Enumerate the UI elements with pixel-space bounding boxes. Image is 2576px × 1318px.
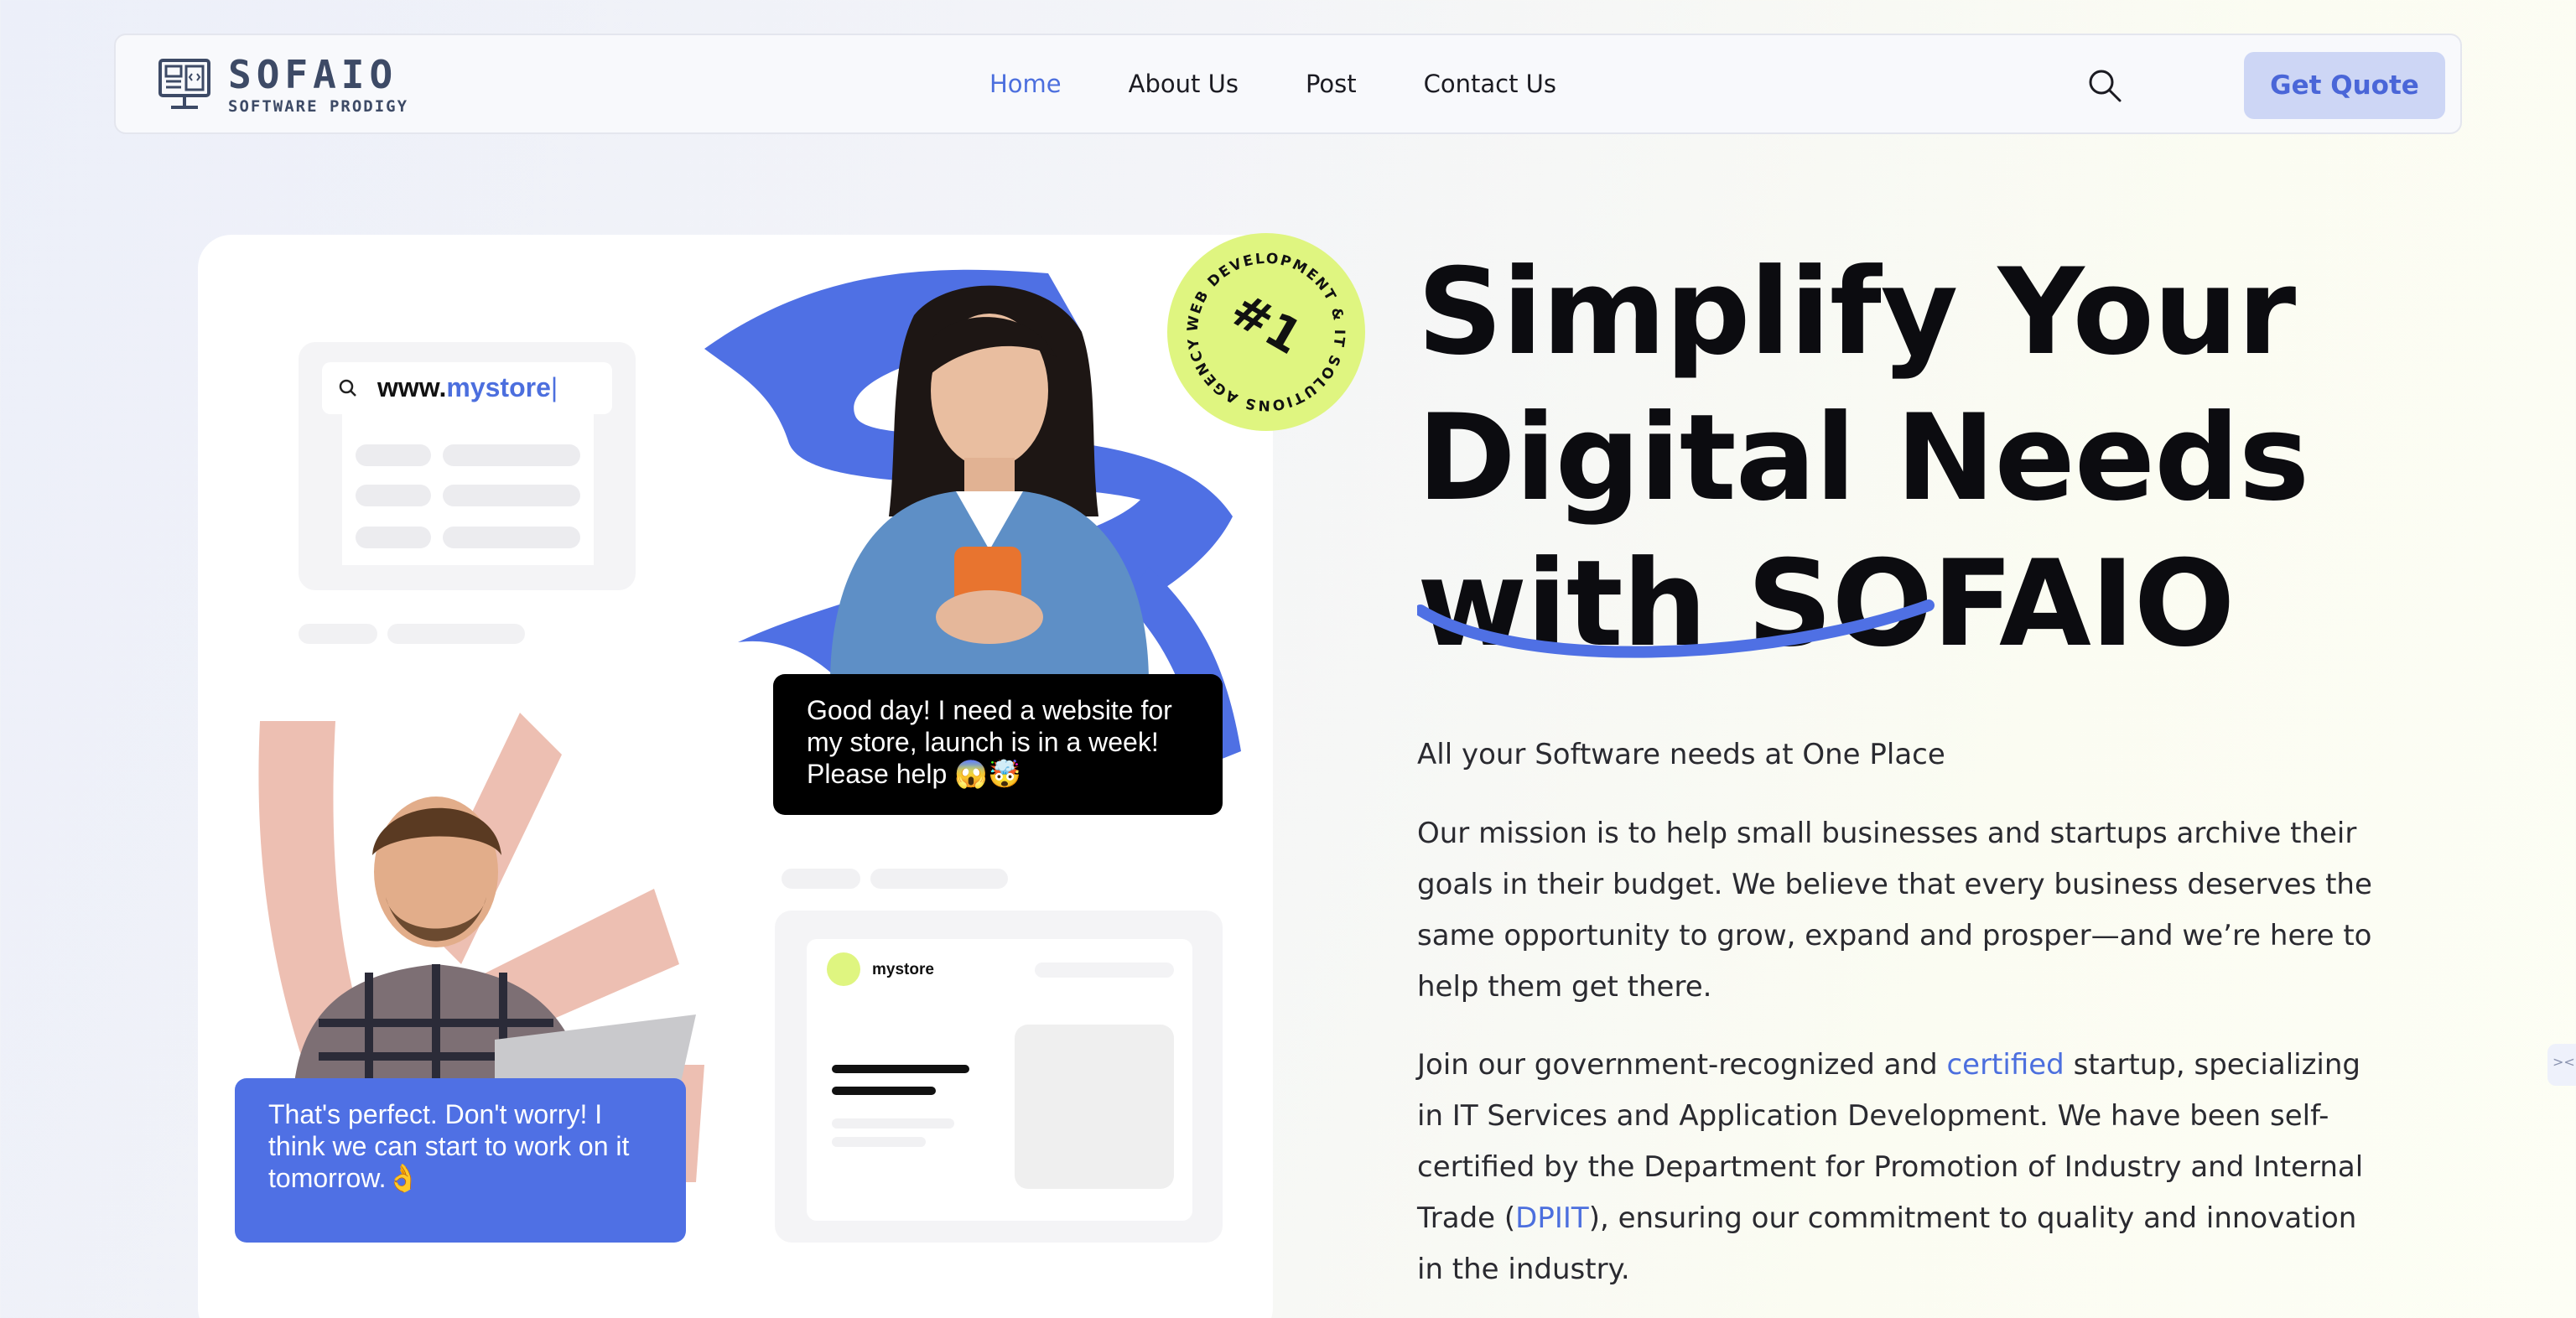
placeholder-bar (782, 869, 860, 889)
placeholder-bar (356, 444, 431, 466)
store-avatar (827, 952, 860, 986)
url-prefix: www. (377, 372, 447, 402)
join-text-1: Join our government-recognized and (1417, 1048, 1947, 1082)
brand-name: SOFAIO (228, 52, 398, 97)
store-heading-line (832, 1087, 936, 1095)
store-image-placeholder (1015, 1025, 1174, 1189)
placeholder-bar (832, 1137, 926, 1147)
reply-message-bubble: That's perfect. Don't worry! I think we … (235, 1078, 686, 1243)
headline-line-2: Digital Needs (1417, 389, 2309, 527)
placeholder-bar (356, 527, 431, 548)
search-icon[interactable] (2086, 67, 2123, 104)
top-navbar: SOFAIO SOFTWARE PRODIGY Home About Us Po… (114, 34, 2462, 134)
placeholder-bar (870, 869, 1008, 889)
text-cursor: | (550, 372, 558, 402)
certification-paragraph: Join our government-recognized and certi… (1417, 1040, 2381, 1295)
brand-subtitle: SOFTWARE PRODIGY (228, 97, 409, 116)
store-name: mystore (872, 961, 934, 978)
side-edge-tab[interactable]: >< (2547, 1044, 2576, 1086)
get-quote-button[interactable]: Get Quote (2244, 52, 2445, 119)
placeholder-bar (387, 624, 525, 644)
nav-about-us[interactable]: About Us (1129, 70, 1239, 98)
dpiit-link[interactable]: DPIIT (1515, 1201, 1589, 1235)
client-message-bubble: Good day! I need a website for my store,… (773, 674, 1223, 815)
placeholder-bar (443, 444, 580, 466)
url-highlight: mystore (446, 372, 551, 402)
certified-link[interactable]: certified (1946, 1048, 2064, 1082)
main-nav: Home About Us Post Contact Us (989, 35, 1623, 132)
headline-line-1: Simplify Your (1417, 243, 2296, 381)
mission-paragraph: Our mission is to help small businesses … (1417, 817, 2372, 1004)
woman-with-phone-image (830, 285, 1149, 684)
nav-post[interactable]: Post (1306, 70, 1357, 98)
nav-home[interactable]: Home (989, 70, 1062, 98)
nav-contact-us[interactable]: Contact Us (1424, 70, 1556, 98)
placeholder-bar (443, 485, 580, 506)
placeholder-bar (443, 527, 580, 548)
smiling-man-image (293, 797, 696, 1090)
url-text: www.mystore| (377, 372, 558, 403)
hero-tagline: All your Software needs at One Place (1417, 738, 1945, 771)
headline-underline-decoration (1417, 599, 1935, 658)
brand-logo[interactable]: SOFAIO SOFTWARE PRODIGY (158, 55, 408, 116)
placeholder-bar (356, 485, 431, 506)
store-heading-line (832, 1065, 969, 1073)
placeholder-bar (299, 624, 377, 644)
placeholder-bar (832, 1118, 954, 1129)
placeholder-bar (1035, 963, 1174, 978)
url-search-icon (339, 379, 356, 397)
computer-monitor-icon (158, 59, 210, 109)
agency-badge: WEB DEVELOPMENT & IT SOLUTIONS AGENCY #1 (1167, 233, 1365, 431)
